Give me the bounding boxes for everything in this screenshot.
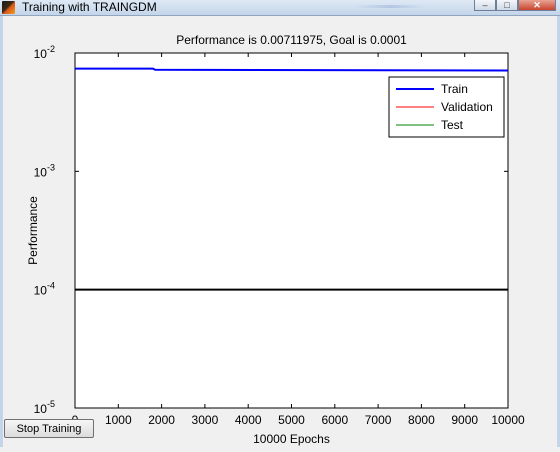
y-tick-exponent: -2 [47, 44, 55, 54]
window-controls: – □ ✕ [474, 0, 556, 12]
x-tick-label: 1000 [105, 413, 132, 427]
legend-label-test: Test [441, 118, 464, 132]
window-title: Training with TRAINGDM [22, 0, 157, 14]
y-tick-base: 10 [34, 47, 48, 61]
maximize-button[interactable]: □ [496, 0, 518, 11]
y-tick-exponent: -3 [47, 162, 55, 172]
y-axis-label: Performance [26, 196, 40, 265]
x-tick-label: 5000 [278, 413, 305, 427]
x-tick-label: 4000 [235, 413, 262, 427]
legend: Train Validation Test [388, 76, 505, 138]
plot-area: 0100020003000400050006000700080009000100… [3, 16, 557, 447]
stop-training-button[interactable]: Stop Training [4, 419, 94, 438]
x-axis-label: 10000 Epochs [253, 432, 330, 446]
y-tick-exponent: -5 [47, 399, 55, 409]
minimize-button[interactable]: – [474, 0, 496, 11]
y-tick-base: 10 [34, 165, 48, 179]
title-bar: Training with TRAINGDM – □ ✕ [0, 0, 560, 16]
title-bar-glare [355, 5, 425, 8]
y-tick-exponent: -4 [47, 281, 55, 291]
y-tick-base: 10 [34, 402, 48, 416]
performance-chart: 0100020003000400050006000700080009000100… [3, 16, 557, 447]
y-tick-base: 10 [34, 284, 48, 298]
x-tick-label: 8000 [408, 413, 435, 427]
x-tick-label: 2000 [148, 413, 175, 427]
x-tick-label: 3000 [192, 413, 219, 427]
legend-label-validation: Validation [441, 100, 493, 114]
x-tick-label: 7000 [365, 413, 392, 427]
x-tick-label: 6000 [321, 413, 348, 427]
legend-label-train: Train [441, 82, 468, 96]
chart-title: Performance is 0.00711975, Goal is 0.000… [176, 33, 407, 47]
x-tick-label: 10000 [491, 413, 525, 427]
close-button[interactable]: ✕ [518, 0, 556, 11]
x-tick-label: 9000 [451, 413, 478, 427]
matlab-app-icon [2, 1, 15, 14]
